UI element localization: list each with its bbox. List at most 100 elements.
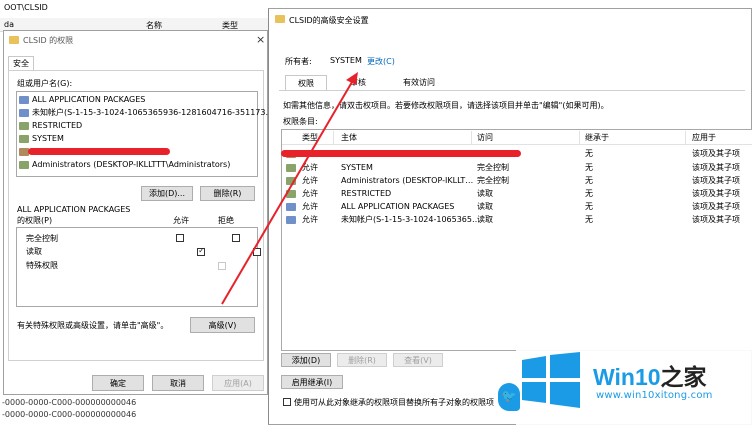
bg-da-label: da xyxy=(4,20,14,29)
permissions-dialog-title: CLSID 的权限 xyxy=(23,36,74,45)
row-principal: SYSTEM xyxy=(341,163,373,172)
allow-header: 允许 xyxy=(173,216,189,225)
view-entry-button[interactable]: 查看(V) xyxy=(393,353,443,367)
row-type: 允许 xyxy=(302,189,318,198)
read-deny-checkbox[interactable] xyxy=(252,248,261,256)
tab-permissions[interactable]: 权限 xyxy=(285,75,327,90)
row-type: 允许 xyxy=(302,176,318,185)
user-label: SYSTEM xyxy=(32,134,64,143)
users-icon xyxy=(19,160,29,169)
redaction-line-row xyxy=(281,150,521,157)
user-item-administrators[interactable]: Administrators (DESKTOP-IKLLTTT\Administ… xyxy=(19,158,230,171)
col-divider xyxy=(471,131,472,144)
row-applies-to: 该项及其子项 xyxy=(692,149,740,158)
row-access: 完全控制 xyxy=(477,176,509,185)
users-icon xyxy=(286,164,296,172)
remove-entry-button[interactable]: 删除(R) xyxy=(337,353,387,367)
row-principal: ALL APPLICATION PACKAGES xyxy=(341,202,455,211)
replace-child-permissions-checkbox[interactable] xyxy=(283,398,291,406)
users-icon xyxy=(286,190,296,198)
bg-bottom-text-2: -0000-0000-C000-000000000046 xyxy=(2,410,137,419)
info-text: 如需其他信息，请双击权项目。若要修改权限项目，请选择该项目并单击"编辑"(如果可… xyxy=(283,101,609,110)
replace-child-permissions-label: 使用可从此对象继承的权限项目替换所有子对象的权限项 xyxy=(294,398,494,407)
perm-for-label-2: 的权限(P) xyxy=(17,216,53,225)
row-type: 允许 xyxy=(302,163,318,172)
group-icon xyxy=(19,95,29,104)
full-control-allow-checkbox[interactable] xyxy=(176,234,184,242)
row-applies-to: 该项及其子项 xyxy=(692,189,740,198)
brand-zhijia: 之家 xyxy=(660,364,707,390)
col-divider xyxy=(333,131,334,144)
col-type[interactable]: 类型 xyxy=(302,131,318,144)
registry-path: OOT\CLSID xyxy=(4,3,48,12)
perm-full-control: 完全控制 xyxy=(26,234,58,243)
special-allow-checkbox[interactable] xyxy=(218,262,227,270)
remove-user-button[interactable]: 删除(R) xyxy=(200,186,255,201)
watermark-url: www.win10xitong.com xyxy=(596,390,713,401)
row-access: 读取 xyxy=(477,215,493,224)
row-access: 完全控制 xyxy=(477,163,509,172)
folder-icon xyxy=(275,15,285,23)
tab-effective-access[interactable]: 有效访问 xyxy=(389,76,449,90)
ok-button[interactable]: 确定 xyxy=(92,375,144,391)
windows-logo-icon xyxy=(522,352,580,408)
folder-icon xyxy=(9,36,19,44)
row-type: 允许 xyxy=(302,202,318,211)
add-entry-button[interactable]: 添加(D) xyxy=(281,353,331,367)
group-icon xyxy=(286,203,296,211)
enable-inheritance-button[interactable]: 启用继承(I) xyxy=(281,375,343,389)
user-item-restricted[interactable]: RESTRICTED xyxy=(19,119,82,132)
col-divider xyxy=(685,131,686,144)
users-icon xyxy=(286,177,296,185)
redaction-line-user xyxy=(28,148,170,155)
entries-label: 权限条目: xyxy=(283,117,318,126)
perm-read: 读取 xyxy=(26,247,42,256)
permissions-dialog: CLSID 的权限 × 安全 组或用户名(G): ALL APPLICATION… xyxy=(3,30,282,395)
user-label: Administrators (DESKTOP-IKLLTTT\Administ… xyxy=(32,160,231,169)
apply-button[interactable]: 应用(A) xyxy=(212,375,264,391)
full-control-deny-checkbox[interactable] xyxy=(231,234,240,242)
row-applies-to: 该项及其子项 xyxy=(692,176,740,185)
advanced-button[interactable]: 高级(V) xyxy=(190,317,255,333)
col-inherited-from[interactable]: 继承于 xyxy=(585,131,609,144)
users-icon xyxy=(19,121,29,130)
bg-bottom-text-1: -0000-0000-C000-000000000046 xyxy=(2,398,137,407)
row-principal: Administrators (DESKTOP-IKLLT… xyxy=(341,176,474,185)
col-divider xyxy=(579,131,580,144)
user-item-unknown[interactable]: 未知帐户(S-1-15-3-1024-1065365936-1281604716… xyxy=(19,106,273,119)
row-inherited-from: 无 xyxy=(585,202,593,211)
row-inherited-from: 无 xyxy=(585,163,593,172)
user-label: ALL APPLICATION PACKAGES xyxy=(32,95,146,104)
row-applies-to: 该项及其子项 xyxy=(692,202,740,211)
col-applies-to[interactable]: 应用于 xyxy=(692,131,716,144)
row-inherited-from: 无 xyxy=(585,176,593,185)
row-principal: RESTRICTED xyxy=(341,189,392,198)
brand-win10: Win10 xyxy=(593,364,661,390)
row-applies-to: 该项及其子项 xyxy=(692,215,740,224)
bird-icon: 🐦 xyxy=(498,383,520,411)
row-inherited-from: 无 xyxy=(585,189,593,198)
row-type: 允许 xyxy=(302,215,318,224)
change-owner-link[interactable]: 更改(C) xyxy=(367,56,395,67)
add-user-button[interactable]: 添加(D)... xyxy=(141,186,193,201)
group-icon xyxy=(19,108,29,117)
user-item-system[interactable]: SYSTEM xyxy=(19,132,64,145)
read-allow-checkbox[interactable] xyxy=(197,246,206,256)
row-access: 读取 xyxy=(477,189,493,198)
user-label: RESTRICTED xyxy=(32,121,83,130)
row-applies-to: 该项及其子项 xyxy=(692,163,740,172)
col-access[interactable]: 访问 xyxy=(477,131,493,144)
watermark-brand: Win10之家 xyxy=(593,358,707,392)
perm-special: 特殊权限 xyxy=(26,261,58,270)
tab-auditing[interactable]: 审核 xyxy=(329,76,387,90)
cancel-button[interactable]: 取消 xyxy=(152,375,204,391)
user-label: 未知帐户(S-1-15-3-1024-1065365936-1281604716… xyxy=(32,108,274,117)
owner-value: SYSTEM xyxy=(330,56,362,65)
tab-security[interactable]: 安全 xyxy=(8,56,34,70)
col-principal[interactable]: 主体 xyxy=(341,131,357,144)
close-icon[interactable]: × xyxy=(256,33,265,46)
perm-for-label: ALL APPLICATION PACKAGES xyxy=(17,205,131,214)
advanced-hint: 有关特殊权限或高级设置，请单击"高级"。 xyxy=(17,321,169,330)
user-item-all-app-packages[interactable]: ALL APPLICATION PACKAGES xyxy=(19,93,145,106)
row-access: 读取 xyxy=(477,202,493,211)
